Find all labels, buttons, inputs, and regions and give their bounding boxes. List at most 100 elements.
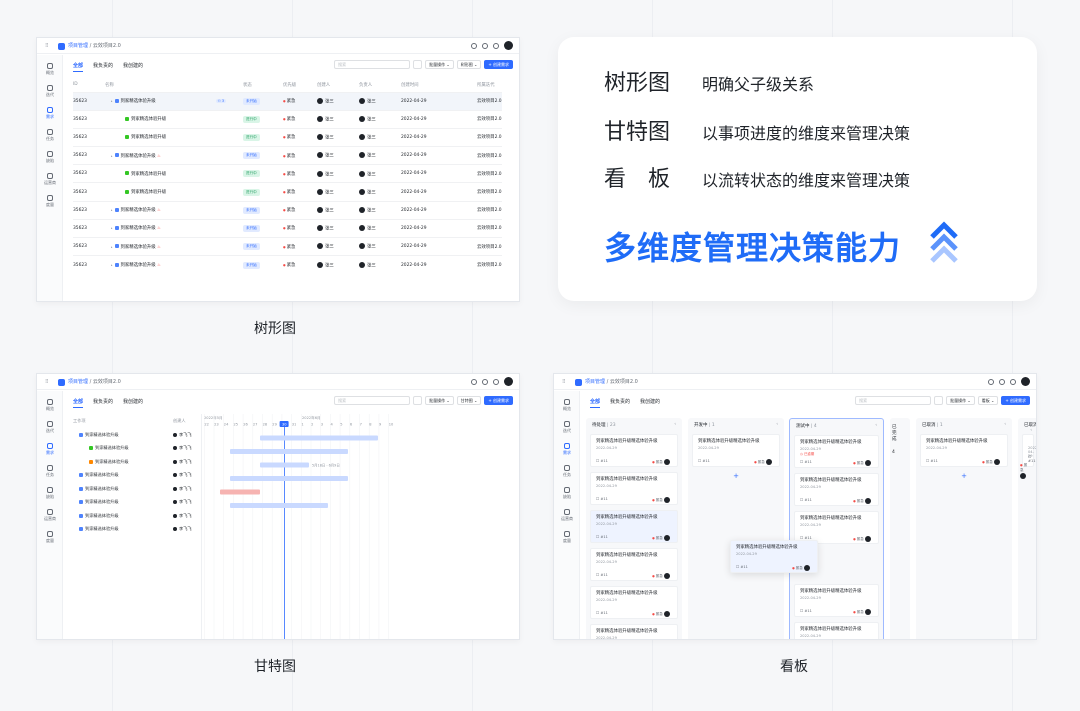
cell-name[interactable]: ▸ 到家精选体验升级 ♨: [105, 146, 243, 165]
cell-name[interactable]: 到家精选体验升级: [105, 109, 243, 129]
cell-name[interactable]: 到家精选体验升级: [105, 182, 243, 202]
sidebar-item-iteration[interactable]: 迭代: [37, 85, 63, 98]
apps-icon[interactable]: ⠿: [45, 43, 49, 49]
table-row[interactable]: 35623到家精选体验升级进行中紧急张三张三2022-04-29云效项目2.0: [73, 182, 502, 202]
view-switch[interactable]: 甘特图 ⌄: [456, 396, 482, 405]
sidebar-item-task[interactable]: 任务: [554, 465, 580, 478]
sidebar-item-task[interactable]: 任务: [37, 465, 63, 478]
collapse-icon[interactable]: ‹: [875, 423, 877, 428]
filter-icon[interactable]: [934, 396, 944, 405]
avatar[interactable]: [504, 41, 513, 50]
apps-icon[interactable]: ⠿: [45, 379, 49, 385]
cell-name[interactable]: ▸ 到家精选体验升级 ♨: [105, 200, 243, 220]
expand-icon[interactable]: ▸: [111, 245, 113, 249]
search-input[interactable]: 搜索: [334, 60, 411, 69]
cell-name[interactable]: ▸ 到家精选体验升级 ♨: [105, 255, 243, 274]
search-icon[interactable]: [482, 42, 488, 49]
collapse-icon[interactable]: ‹: [1004, 422, 1006, 427]
cell-name[interactable]: ▸ 到家精选体验升级 ♨: [105, 236, 243, 256]
collapse-icon[interactable]: ‹: [674, 422, 676, 427]
tab-all[interactable]: 全部: [73, 398, 84, 408]
help-icon[interactable]: [1010, 378, 1016, 385]
expand-icon[interactable]: ▸: [111, 99, 113, 103]
sidebar-item-overview[interactable]: 概览: [37, 399, 63, 412]
collapse-icon[interactable]: ‹: [776, 422, 778, 427]
sidebar-item-defect[interactable]: 缺陷: [37, 151, 63, 164]
create-button[interactable]: + 创建需求: [484, 60, 513, 69]
sidebar-item-requirement[interactable]: 需求: [37, 107, 63, 120]
kanban-card[interactable]: 到家精选体验升级精选体验升级2022-04-29☐ #11紧急: [590, 472, 678, 505]
tab-created[interactable]: 我创建的: [123, 398, 143, 408]
sidebar-item-operator[interactable]: 运营商: [37, 173, 63, 186]
search-input[interactable]: 搜索: [855, 396, 932, 405]
sidebar-item-overview[interactable]: 概览: [554, 399, 580, 412]
table-row[interactable]: 35623▸到家精选体验升级 ♨未开始紧急张三张三2022-04-29云效项目2…: [73, 218, 502, 238]
sidebar-item-defect[interactable]: 缺陷: [37, 487, 63, 500]
sidebar-item-operator[interactable]: 运营商: [37, 509, 63, 522]
collapse-icon[interactable]: ‹: [1030, 428, 1032, 433]
gantt-row[interactable]: 到家精选体验升级 李飞飞: [73, 428, 201, 442]
tab-created[interactable]: 我创建的: [123, 62, 143, 72]
add-card-button[interactable]: +: [688, 472, 784, 480]
sidebar-item-operator[interactable]: 运营商: [554, 509, 580, 522]
apps-icon[interactable]: ⠿: [562, 379, 566, 385]
kanban-card[interactable]: 到家精选体验升级精选体验升级2022-04-29☐ #11紧急: [590, 586, 678, 619]
cell-name[interactable]: ▸ 到家精选体验升级 ⚇ 3: [105, 91, 243, 111]
kanban-card[interactable]: 到家精选体验升级精选体验升级2022-04-29☐ #11紧急: [794, 473, 879, 506]
search-icon[interactable]: [482, 378, 488, 385]
kanban-card[interactable]: 到家精选体验升级精选体验升级2022-04-29☐ #11紧急: [920, 434, 1008, 467]
kanban-card[interactable]: 到家精选体验升级精选体验升级2022-04-29☐ #11紧急: [590, 548, 678, 581]
table-row[interactable]: 35623▸到家精选体验升级 ♨未开始紧急张三张三2022-04-29云效项目2…: [73, 255, 502, 274]
view-switch[interactable]: 树形图 ⌄: [456, 60, 482, 69]
tab-mine[interactable]: 我负责的: [610, 398, 630, 408]
sidebar-item-metrics[interactable]: 度量: [37, 195, 63, 208]
dragging-card[interactable]: 到家精选体验升级精选体验升级2022-04-29☐ #11紧急: [730, 540, 818, 573]
cell-name[interactable]: 到家精选体验升级: [105, 127, 243, 147]
add-card-button[interactable]: +: [916, 472, 1012, 480]
expand-icon[interactable]: ▸: [111, 154, 113, 158]
sidebar-item-requirement[interactable]: 需求: [37, 443, 63, 456]
sidebar-item-requirement[interactable]: 需求: [554, 443, 580, 456]
bell-icon[interactable]: [988, 378, 994, 385]
batch-button[interactable]: 批量操作 ⌄: [946, 396, 975, 405]
tab-created[interactable]: 我创建的: [640, 398, 660, 408]
sidebar-item-metrics[interactable]: 度量: [37, 531, 63, 544]
sidebar-item-iteration[interactable]: 迭代: [37, 421, 63, 434]
create-button[interactable]: + 创建需求: [484, 396, 513, 405]
table-row[interactable]: 35623到家精选体验升级进行中紧急张三张三2022-04-29云效项目2.0: [73, 109, 502, 129]
kanban-card[interactable]: 到家精选体验升级精选体验升级2022-04-29☐ #11紧急: [590, 624, 678, 639]
view-switch[interactable]: 看板 ⌄: [977, 396, 999, 405]
gantt-row[interactable]: 到家精选体验升级 李飞飞: [73, 441, 201, 455]
tab-all[interactable]: 全部: [590, 398, 601, 408]
sidebar-item-defect[interactable]: 缺陷: [554, 487, 580, 500]
table-row[interactable]: 35623▸到家精选体验升级 ♨未开始紧急张三张三2022-04-29云效项目2…: [73, 200, 502, 220]
filter-icon[interactable]: [413, 396, 423, 405]
search-input[interactable]: 搜索: [334, 396, 411, 405]
batch-button[interactable]: 批量操作 ⌄: [425, 396, 454, 405]
gantt-row[interactable]: 到家精选体验升级 李飞飞: [73, 482, 201, 496]
table-row[interactable]: 35623▸到家精选体验升级⚇ 3未开始紧急张三张三2022-04-29云效项目…: [73, 91, 502, 111]
sidebar-item-metrics[interactable]: 度量: [554, 531, 580, 544]
gantt-row[interactable]: 到家精选体验升级 李飞飞: [73, 495, 201, 509]
help-icon[interactable]: [493, 378, 499, 385]
gantt-row[interactable]: 到家精选体验升级 李飞飞: [73, 509, 201, 523]
sidebar-item-iteration[interactable]: 迭代: [554, 421, 580, 434]
search-icon[interactable]: [999, 378, 1005, 385]
bell-icon[interactable]: [471, 42, 477, 49]
kanban-card[interactable]: 到家精选体验升级精选体验升级2022-04-29☐ #11紧急: [590, 434, 678, 467]
filter-icon[interactable]: [413, 60, 423, 69]
kanban-card[interactable]: 到家精选体验升级精选体验升级2022-04-29☐ #11紧急: [590, 510, 678, 543]
batch-button[interactable]: 批量操作 ⌄: [425, 60, 454, 69]
expand-icon[interactable]: ▸: [111, 226, 113, 230]
gantt-row[interactable]: 到家精选体验升级 李飞飞: [73, 468, 201, 482]
avatar[interactable]: [1021, 377, 1030, 386]
avatar[interactable]: [504, 377, 513, 386]
expand-icon[interactable]: ▸: [111, 263, 113, 267]
create-button[interactable]: + 创建需求: [1001, 396, 1030, 405]
tab-mine[interactable]: 我负责的: [93, 62, 113, 72]
table-row[interactable]: 35623▸到家精选体验升级 ♨未开始紧急张三张三2022-04-29云效项目2…: [73, 236, 502, 256]
table-row[interactable]: 35623▸到家精选体验升级 ♨未开始紧急张三张三2022-04-29云效项目2…: [73, 146, 502, 165]
kanban-card[interactable]: 到家精选体验升级精选体验升级2022-04-29☐ #11紧急: [1020, 434, 1036, 479]
table-row[interactable]: 35623到家精选体验升级进行中紧急张三张三2022-04-29云效项目2.0: [73, 164, 502, 183]
kanban-card[interactable]: 到家精选体验升级精选体验升级2022-04-29☐ #11紧急: [794, 584, 879, 617]
